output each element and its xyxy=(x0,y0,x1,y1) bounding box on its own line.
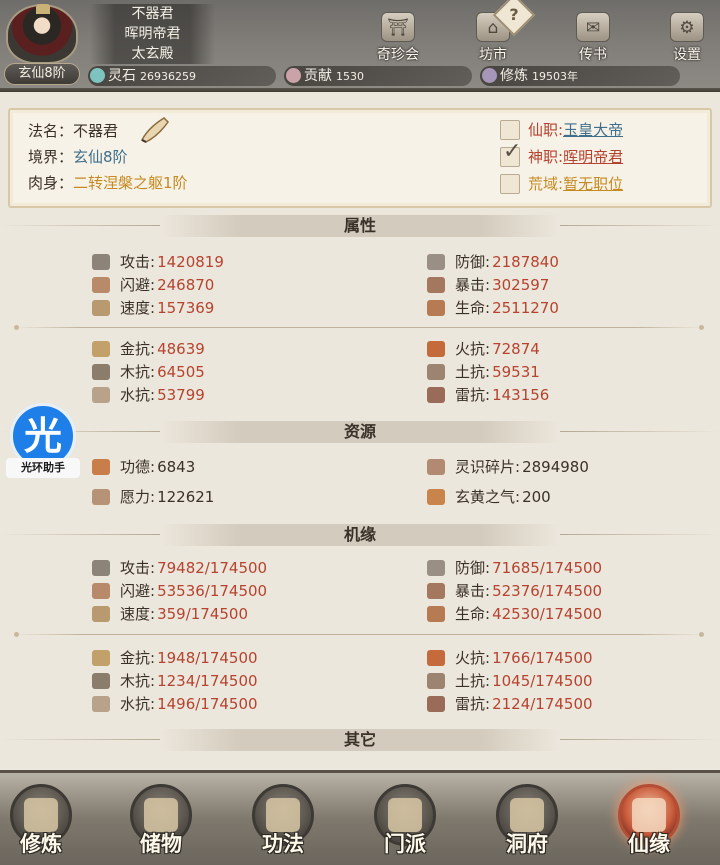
sect-gate-icon xyxy=(388,798,422,832)
bottom-nav-immortal-fate[interactable]: 仙缘 xyxy=(612,778,686,860)
title-line-1: 不器君 xyxy=(90,4,215,24)
title-line-2: 晖明帝君 xyxy=(90,24,215,44)
treasure-pavilion-icon: ⛩ xyxy=(381,12,415,42)
water-icon xyxy=(92,387,110,403)
spirit-stone-icon xyxy=(90,68,105,83)
section-fortune-header: 机缘 xyxy=(0,522,720,548)
thunder-icon xyxy=(427,387,445,403)
player-avatar[interactable] xyxy=(6,4,78,64)
thunder-icon xyxy=(427,696,445,712)
cultivation-icon xyxy=(482,68,497,83)
halo-assistant-button[interactable]: 光 光环助手 xyxy=(4,403,82,478)
technique-scroll-icon xyxy=(266,798,300,832)
body-row: 肉身：二转涅槃之躯1阶 xyxy=(28,174,188,192)
immortal-fate-icon xyxy=(632,798,666,832)
resource-spirit-stone: 灵石 26936259 xyxy=(88,66,276,86)
post-checkbox[interactable] xyxy=(500,120,520,140)
defense-icon xyxy=(427,254,445,270)
nav-letters[interactable]: ✉ 传书 xyxy=(563,12,623,64)
section-attributes-header: 属性 xyxy=(0,213,720,239)
earth-icon xyxy=(427,673,445,689)
speed-icon xyxy=(92,300,110,316)
metal-icon xyxy=(92,341,110,357)
attack-icon xyxy=(92,560,110,576)
crit-icon xyxy=(427,277,445,293)
bottom-nav-storage[interactable]: 储物 xyxy=(124,778,198,860)
title-line-3: 太玄殿 xyxy=(90,44,215,64)
xuanhuang-qi-icon xyxy=(427,489,445,505)
cave-dwelling-icon xyxy=(510,798,544,832)
resource-cultivation: 修炼 19503年 xyxy=(480,66,680,86)
crown-icon xyxy=(36,4,50,14)
wood-icon xyxy=(92,364,110,380)
bottom-nav-cave[interactable]: 洞府 xyxy=(490,778,564,860)
hp-icon xyxy=(427,300,445,316)
nav-settings[interactable]: ⚙ 设置 xyxy=(657,12,717,64)
divider xyxy=(14,325,704,330)
fire-icon xyxy=(427,341,445,357)
storage-bag-icon xyxy=(144,798,178,832)
realm-row: 境界：玄仙8阶 xyxy=(28,148,128,166)
post-checkbox-checked[interactable] xyxy=(500,140,521,167)
merit-icon xyxy=(92,459,110,475)
fire-icon xyxy=(427,650,445,666)
halo-assistant-label: 光环助手 xyxy=(6,458,80,478)
dodge-icon xyxy=(92,277,110,293)
character-info-panel: 法名：不器君 境界：玄仙8阶 肉身：二转涅槃之躯1阶 仙职:玉皇大帝 神职:晖明… xyxy=(8,108,712,208)
resource-contribution: 贡献 1530 xyxy=(284,66,472,86)
gear-icon: ⚙ xyxy=(670,12,704,42)
bottom-nav-cultivate[interactable]: 修炼 xyxy=(4,778,78,860)
defense-icon xyxy=(427,560,445,576)
wish-power-icon xyxy=(92,489,110,505)
speed-icon xyxy=(92,606,110,622)
post-checkbox[interactable] xyxy=(500,174,520,194)
water-icon xyxy=(92,696,110,712)
dharma-name-row: 法名：不器君 xyxy=(28,122,119,140)
bottom-nav-sect[interactable]: 门派 xyxy=(368,778,442,860)
section-resources-header: 资源 xyxy=(0,419,720,445)
section-other-header: 其它 xyxy=(0,727,720,753)
contribution-icon xyxy=(286,68,301,83)
meditation-icon xyxy=(24,798,58,832)
earth-icon xyxy=(427,364,445,380)
hp-icon xyxy=(427,606,445,622)
brush-edit-icon[interactable] xyxy=(138,114,172,144)
divider xyxy=(14,632,704,637)
scroll-letter-icon: ✉ xyxy=(576,12,610,42)
soul-fragment-icon xyxy=(427,459,445,475)
attack-icon xyxy=(92,254,110,270)
metal-icon xyxy=(92,650,110,666)
realm-badge: 玄仙8阶 xyxy=(4,63,80,85)
wood-icon xyxy=(92,673,110,689)
dodge-icon xyxy=(92,583,110,599)
crit-icon xyxy=(427,583,445,599)
bottom-nav-techniques[interactable]: 功法 xyxy=(246,778,320,860)
nav-treasure-pavilion[interactable]: ⛩ 奇珍会 xyxy=(368,12,428,64)
